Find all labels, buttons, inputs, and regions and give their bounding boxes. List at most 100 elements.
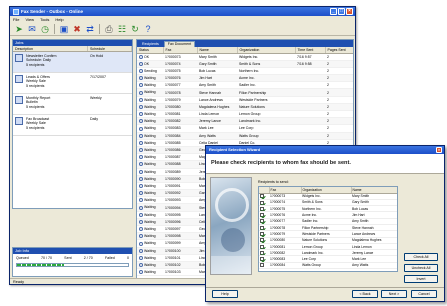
table-row[interactable]: Waiting 1?000084 Amy Watts Watts Group 2 <box>137 132 353 140</box>
table-row[interactable]: Waiting 1?000080 Magdalena Hughes Nature So… <box>137 103 353 112</box>
menu-view[interactable]: View <box>25 17 34 22</box>
table-row[interactable]: OK 1?000073 Mary Smith Widgets Inc. 7/16 9:5… <box>137 53 353 61</box>
save-icon[interactable]: ▣ <box>58 23 70 35</box>
main-titlebar[interactable]: Fax Sender - Outbox - Online _ □ × <box>10 7 355 16</box>
status-icon <box>139 83 143 88</box>
tab-recipients[interactable]: Recipients <box>139 42 162 47</box>
table-cell: 2 <box>325 110 353 119</box>
tab-fax-document[interactable]: Fax Document <box>163 41 196 47</box>
close-button[interactable]: × <box>346 8 353 15</box>
table-cell: Lemon Group <box>237 110 295 119</box>
jobs-header-description[interactable]: Description <box>13 46 88 51</box>
status-icon <box>139 219 143 224</box>
properties-icon[interactable]: ☷ <box>116 23 128 35</box>
toolbar-separator <box>54 23 55 34</box>
table-cell: Waiting <box>137 182 163 191</box>
recipient-checkbox[interactable] <box>260 194 264 199</box>
minimize-button[interactable]: _ <box>330 8 337 15</box>
status-icon <box>139 140 143 145</box>
job-info-pane: Job Info Queued 70 / 70 Sent 2 / 70 Fail… <box>12 247 133 277</box>
recipient-checkbox[interactable] <box>260 238 264 243</box>
recipient-checkbox[interactable] <box>260 219 264 224</box>
help-button[interactable]: Help <box>212 290 238 298</box>
wizard-titlebar[interactable]: Recipient Selection Wizard × <box>206 146 444 154</box>
recipient-checkbox[interactable] <box>260 200 264 205</box>
wizard-close-button[interactable]: × <box>436 147 442 153</box>
table-row[interactable]: Waiting 1?000079 Lance Andrews Westside Par… <box>137 96 353 104</box>
job-row[interactable]: Newsletter Confirm Schedule: Daily 5 recip… <box>13 52 132 73</box>
table-cell: OK <box>137 60 163 68</box>
job-row[interactable]: Monthly Report Bulletin 5 recipients Weekly <box>13 94 132 115</box>
print-icon[interactable]: ⎙ <box>103 23 115 35</box>
table-cell: Waiting <box>137 146 163 155</box>
status-icon <box>139 212 143 217</box>
table-row[interactable]: Waiting 1?000081 Linda Lemon Lemon Group 2 <box>137 110 353 119</box>
table-cell: Steve Hannah <box>197 88 237 97</box>
job-row[interactable]: Fax Broadcast Weekly Sale 5 recipients Dail… <box>13 115 132 136</box>
wizard-side-image <box>210 177 252 275</box>
recipient-checkbox[interactable] <box>260 213 264 218</box>
table-cell: Waiting <box>137 239 163 248</box>
table-cell: Nature Solutions <box>237 103 295 112</box>
table-cell: Waiting <box>137 189 163 198</box>
recipient-checkbox[interactable] <box>260 257 264 262</box>
table-cell: Widgets Inc. <box>237 53 295 61</box>
help-icon[interactable]: ? <box>142 23 154 35</box>
table-row[interactable]: OK 1?000074 Gary Smith Smith & Sons 7/16 9:5… <box>137 60 353 68</box>
table-cell: 1?000087 <box>163 153 197 162</box>
table-cell: Lee Corp <box>237 124 295 133</box>
new-icon[interactable]: ✉ <box>26 23 38 35</box>
send-icon[interactable]: ➤ <box>13 23 25 35</box>
maximize-button[interactable]: □ <box>338 8 345 15</box>
recipient-checkbox[interactable] <box>260 225 264 230</box>
wizard-recipients-table: Fax Organization Name 1?000073 Widgets Inc.… <box>259 187 397 270</box>
recipient-checkbox[interactable] <box>260 244 264 249</box>
cancel-button[interactable]: Cancel <box>411 290 437 298</box>
status-icon <box>139 76 143 81</box>
table-cell: Smith & Sons <box>237 60 295 68</box>
table-cell: 1?000089 <box>163 168 197 176</box>
table-row[interactable]: Sending 1?000075 Bob Lucas Northern Inc. 2 <box>137 67 353 76</box>
menu-file[interactable]: File <box>13 17 19 22</box>
table-row[interactable]: Waiting 1?000078 Steve Hannah Fillon Partne… <box>137 88 353 97</box>
recipient-checkbox[interactable] <box>260 231 264 236</box>
queued-label: Queued <box>16 256 29 260</box>
table-row[interactable]: Waiting 1?000083 Mark Lee Lee Corp 2 <box>137 124 353 133</box>
back-button[interactable]: < Back <box>352 290 378 298</box>
table-cell: Mary Smith <box>197 53 237 61</box>
globe-graphic <box>221 228 245 252</box>
next-button[interactable]: Next > <box>381 290 407 298</box>
table-cell: Waiting <box>137 117 163 126</box>
job-row[interactable]: Leads & Offers Weekly Sale 5 recipients 7/1… <box>13 73 132 94</box>
recipient-checkbox[interactable] <box>260 250 264 255</box>
table-row[interactable]: Waiting 1?000076 Jim Hart Acme Inc. 2 <box>137 74 353 83</box>
table-cell: 2 <box>325 60 353 68</box>
menu-help[interactable]: Help <box>55 17 63 22</box>
table-cell: 2 <box>325 81 353 90</box>
table-row[interactable]: Waiting 1?000077 Amy Smith Sadler Inc. 2 <box>137 81 353 90</box>
table-cell <box>295 74 325 83</box>
refresh-icon[interactable]: ↻ <box>129 23 141 35</box>
table-cell: Sending <box>137 67 163 76</box>
jobs-header-schedule[interactable]: Schedule <box>88 46 132 51</box>
table-cell: Waiting <box>137 261 163 270</box>
recipient-wizard-dialog: Recipient Selection Wizard × Please chec… <box>205 145 445 302</box>
delete-icon[interactable]: ✖ <box>71 23 83 35</box>
recipient-checkbox[interactable] <box>260 206 264 211</box>
status-icon <box>139 133 143 138</box>
table-cell: 1?000084 <box>163 132 197 140</box>
table-row[interactable]: Waiting 1?000082 Jeremy Lance Landmark Inc.… <box>137 117 353 126</box>
recipient-checkbox[interactable] <box>260 263 264 268</box>
menu-tools[interactable]: Tools <box>40 17 49 22</box>
table-cell: Waiting <box>137 268 163 277</box>
list-item[interactable]: 1?000084 Watts Group Amy Watts <box>259 262 397 270</box>
schedule-icon[interactable]: ◷ <box>39 23 51 35</box>
invert-button[interactable]: Invert <box>404 275 438 283</box>
move-icon[interactable]: ⇄ <box>84 23 96 35</box>
table-cell: Magdalena Hughes <box>197 103 237 112</box>
table-cell: Lance Andrews <box>197 96 237 104</box>
check-all-button[interactable]: Check All <box>404 253 438 261</box>
uncheck-all-button[interactable]: Uncheck All <box>404 264 438 272</box>
status-icon <box>139 263 143 268</box>
table-cell: 1?000099 <box>163 239 197 248</box>
